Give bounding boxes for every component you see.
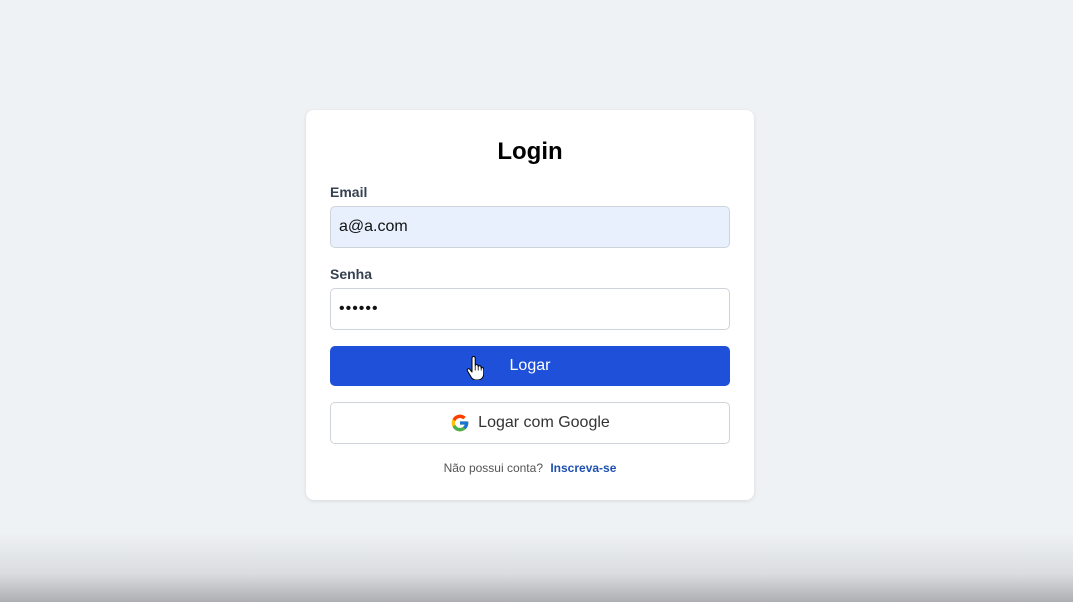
signup-prompt: Não possui conta? Inscreva-se <box>306 461 754 475</box>
page-title: Login <box>497 138 563 165</box>
bottom-shadow <box>0 532 1073 602</box>
google-login-label: Logar com Google <box>478 414 610 431</box>
password-label: Senha <box>330 266 373 282</box>
google-icon <box>451 414 469 432</box>
email-field[interactable] <box>330 206 730 248</box>
google-login-button[interactable]: Logar com Google <box>330 402 730 444</box>
signup-prompt-text: Não possui conta? <box>443 461 543 475</box>
login-card: Login Email Senha Logar Logar com Google… <box>306 110 754 500</box>
password-field[interactable] <box>330 288 730 330</box>
login-button[interactable]: Logar <box>330 346 730 386</box>
signup-link[interactable]: Inscreva-se <box>550 461 616 475</box>
email-label: Email <box>330 184 368 200</box>
